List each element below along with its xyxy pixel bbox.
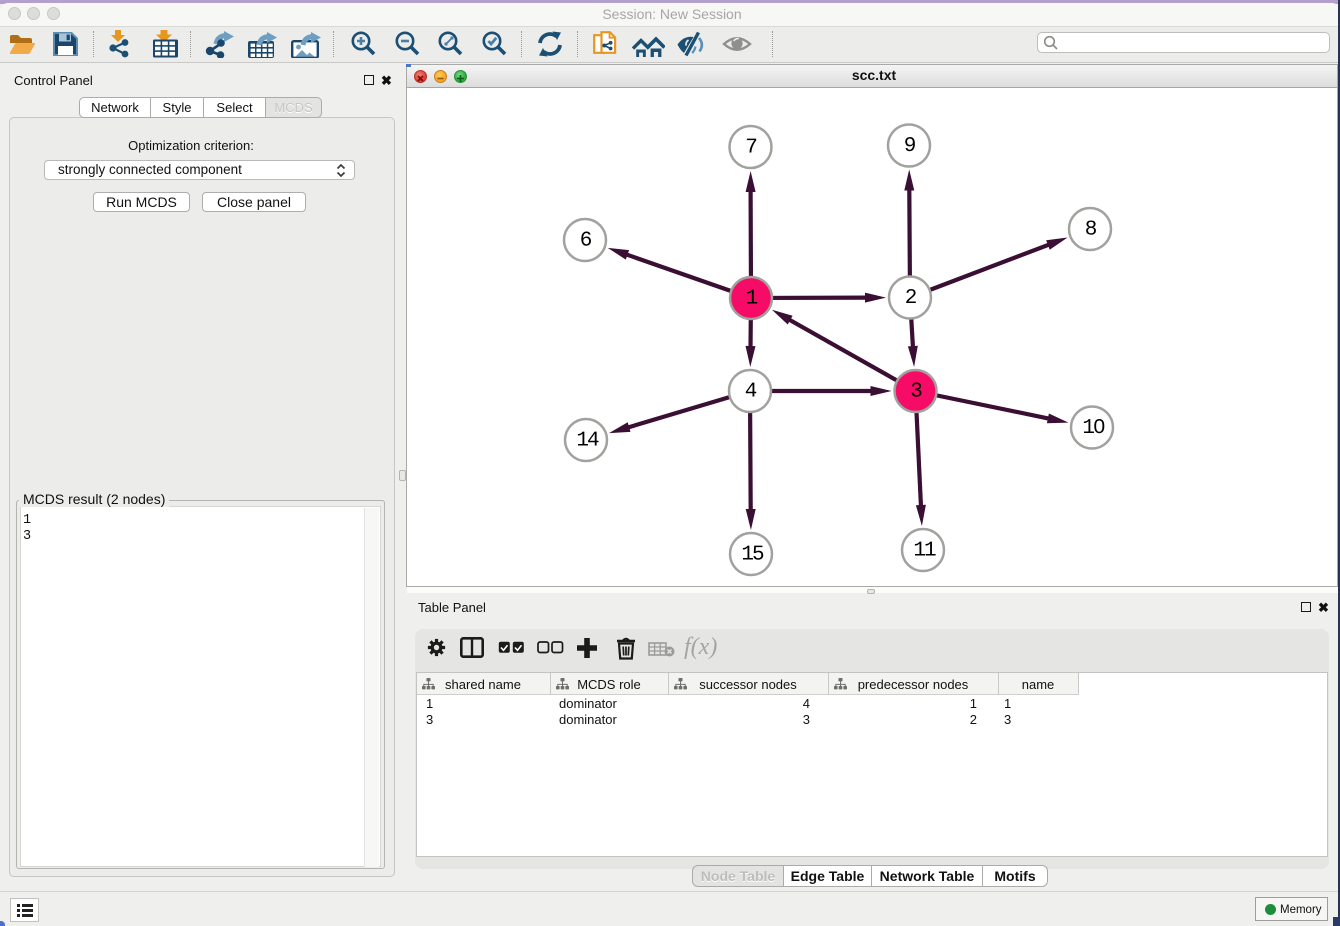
svg-text:6: 6 <box>580 230 592 253</box>
svg-text:1: 1 <box>746 288 758 311</box>
svg-text:15: 15 <box>741 544 764 567</box>
svg-text:3: 3 <box>910 381 922 404</box>
svg-text:8: 8 <box>1085 219 1097 242</box>
svg-text:7: 7 <box>745 137 756 160</box>
svg-text:14: 14 <box>576 430 599 453</box>
svg-text:4: 4 <box>745 381 757 404</box>
svg-text:10: 10 <box>1082 417 1105 440</box>
svg-text:11: 11 <box>913 540 936 563</box>
svg-text:2: 2 <box>905 287 917 310</box>
svg-text:9: 9 <box>904 135 916 158</box>
